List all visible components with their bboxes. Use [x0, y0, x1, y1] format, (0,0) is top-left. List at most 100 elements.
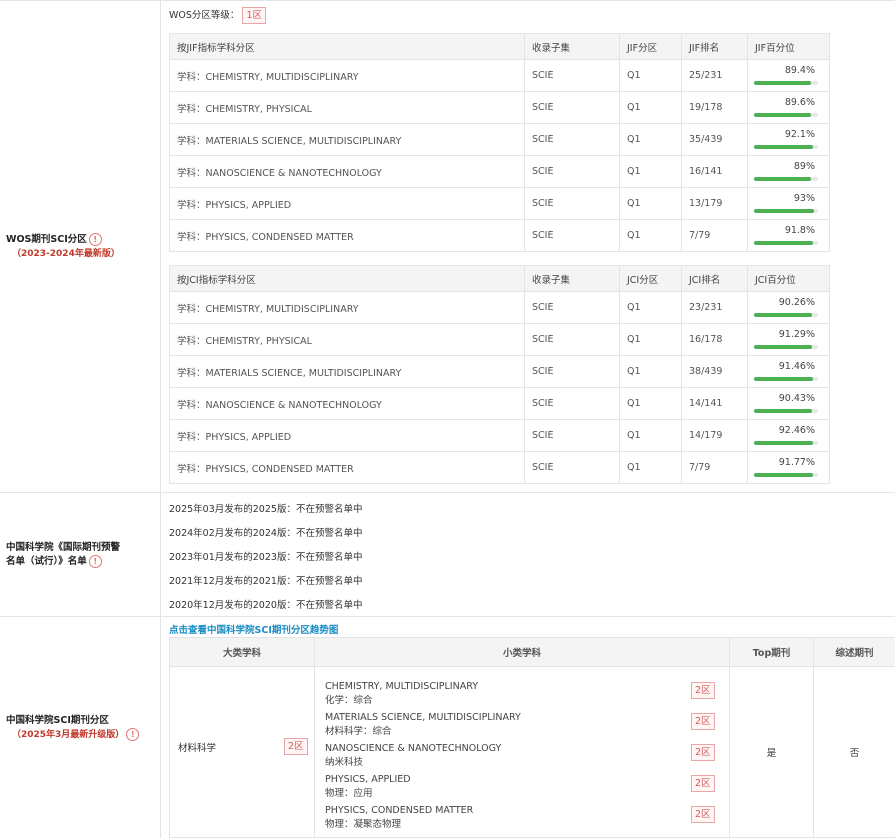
- percentile-bar-fill: [754, 377, 813, 381]
- cas-minor-item: PHYSICS, CONDENSED MATTER物理：凝聚态物理2区: [315, 799, 729, 830]
- wos-section: WOS期刊SCI分区! （2023-2024年最新版） WOS分区等级： 1区 …: [0, 0, 895, 493]
- cas-col-header: Top期刊: [730, 638, 814, 667]
- cas-minor-zone: 2区: [691, 806, 715, 823]
- wos-label: WOS期刊SCI分区: [6, 234, 87, 245]
- cas-version: （2025年3月最新升级版）: [12, 730, 124, 740]
- cas-minor-zh: 纳米科技: [325, 754, 363, 768]
- wos-label-cell: WOS期刊SCI分区! （2023-2024年最新版）: [0, 1, 161, 493]
- jci-cell-rank: 23/231: [682, 292, 748, 324]
- cas-minor-zone: 2区: [691, 713, 715, 730]
- cas-minor-en: NANOSCIENCE & NANOTECHNOLOGY: [325, 743, 501, 754]
- warning-line: 2025年03月发布的2025版：不在预警名单中: [169, 501, 362, 515]
- wos-level-row: WOS分区等级： 1区: [169, 7, 266, 24]
- percentile-bar: [754, 409, 818, 413]
- jif-percentile-cell: 89%: [748, 156, 830, 188]
- jci-cell-subject: 学科：CHEMISTRY, PHYSICAL: [170, 324, 525, 356]
- jci-cell-rank: 14/141: [682, 388, 748, 420]
- percentile-bar: [754, 241, 818, 245]
- jif-cell-q: Q1: [620, 124, 682, 156]
- info-icon[interactable]: !: [126, 728, 139, 741]
- jci-cell-subject: 学科：PHYSICS, APPLIED: [170, 420, 525, 452]
- cas-trend-link[interactable]: 点击查看中国科学院SCI期刊分区趋势图: [169, 622, 338, 636]
- jif-cell-q: Q1: [620, 220, 682, 252]
- percentile-bar-fill: [754, 441, 813, 445]
- jif-row: 学科：MATERIALS SCIENCE, MULTIDISCIPLINARYS…: [170, 124, 830, 156]
- percentile-bar: [754, 473, 818, 477]
- cas-label-cell: 中国科学院SCI期刊分区 （2025年3月最新升级版）!: [0, 617, 161, 838]
- jci-cell-q: Q1: [620, 420, 682, 452]
- percentile-bar-fill: [754, 209, 814, 213]
- jci-cell-q: Q1: [620, 388, 682, 420]
- info-icon[interactable]: !: [89, 555, 102, 568]
- jif-col-header: JIF百分位: [748, 34, 830, 60]
- jci-cell-set: SCIE: [525, 420, 620, 452]
- jif-cell-rank: 7/79: [682, 220, 748, 252]
- jci-percentile-value: 92.46%: [779, 425, 815, 436]
- jif-cell-rank: 35/439: [682, 124, 748, 156]
- jif-cell-subject: 学科：NANOSCIENCE & NANOTECHNOLOGY: [170, 156, 525, 188]
- jci-cell-subject: 学科：PHYSICS, CONDENSED MATTER: [170, 452, 525, 484]
- percentile-bar-fill: [754, 113, 811, 117]
- jci-percentile-cell: 91.46%: [748, 356, 830, 388]
- jif-cell-rank: 16/141: [682, 156, 748, 188]
- jci-cell-q: Q1: [620, 356, 682, 388]
- jif-cell-set: SCIE: [525, 220, 620, 252]
- jci-row: 学科：PHYSICS, CONDENSED MATTERSCIEQ17/7991…: [170, 452, 830, 484]
- cas-header-row: 大类学科 小类学科 Top期刊 综述期刊: [170, 638, 895, 667]
- jif-percentile-value: 89.4%: [785, 65, 815, 76]
- jif-cell-rank: 13/179: [682, 188, 748, 220]
- cas-review: 否: [814, 667, 895, 838]
- info-icon[interactable]: !: [89, 233, 102, 246]
- percentile-bar: [754, 345, 818, 349]
- jif-table: 按JIF指标学科分区收录子集JIF分区JIF排名JIF百分位 学科：CHEMIS…: [169, 33, 830, 252]
- percentile-bar-fill: [754, 473, 813, 477]
- jif-cell-rank: 25/231: [682, 60, 748, 92]
- cas-minor-item: PHYSICS, APPLIED物理：应用2区: [315, 768, 729, 799]
- jif-header-row: 按JIF指标学科分区收录子集JIF分区JIF排名JIF百分位: [170, 34, 830, 60]
- jif-row: 学科：PHYSICS, CONDENSED MATTERSCIEQ17/7991…: [170, 220, 830, 252]
- cas-major-zone: 2区: [284, 738, 308, 755]
- cas-minor-cell: CHEMISTRY, MULTIDISCIPLINARY化学：综合2区MATER…: [315, 667, 730, 838]
- jci-percentile-cell: 91.29%: [748, 324, 830, 356]
- jif-cell-subject: 学科：CHEMISTRY, PHYSICAL: [170, 92, 525, 124]
- jif-cell-q: Q1: [620, 92, 682, 124]
- warning-label-line1: 中国科学院《国际期刊预警: [6, 541, 160, 555]
- jci-cell-set: SCIE: [525, 452, 620, 484]
- cas-minor-zh: 化学：综合: [325, 692, 373, 706]
- jci-cell-set: SCIE: [525, 292, 620, 324]
- cas-major: 材料科学: [178, 740, 216, 754]
- jci-cell-subject: 学科：NANOSCIENCE & NANOTECHNOLOGY: [170, 388, 525, 420]
- jif-cell-rank: 19/178: [682, 92, 748, 124]
- jci-row: 学科：CHEMISTRY, MULTIDISCIPLINARYSCIEQ123/…: [170, 292, 830, 324]
- cas-minor-en: CHEMISTRY, MULTIDISCIPLINARY: [325, 681, 478, 692]
- cas-minor-item: CHEMISTRY, MULTIDISCIPLINARY化学：综合2区: [315, 675, 729, 706]
- jci-col-header: JCI分区: [620, 266, 682, 292]
- warning-line: 2024年02月发布的2024版：不在预警名单中: [169, 525, 362, 539]
- jif-percentile-cell: 91.8%: [748, 220, 830, 252]
- cas-table: 大类学科 小类学科 Top期刊 综述期刊 材料科学 2区 CHEMISTRY, …: [169, 637, 895, 838]
- jci-percentile-value: 90.43%: [779, 393, 815, 404]
- jci-percentile-value: 91.77%: [779, 457, 815, 468]
- jci-percentile-cell: 90.43%: [748, 388, 830, 420]
- jci-row: 学科：PHYSICS, APPLIEDSCIEQ114/17992.46%: [170, 420, 830, 452]
- jci-percentile-cell: 92.46%: [748, 420, 830, 452]
- jci-cell-q: Q1: [620, 452, 682, 484]
- wos-level-label: WOS分区等级：: [169, 10, 239, 21]
- percentile-bar: [754, 81, 818, 85]
- cas-major-cell: 材料科学 2区: [170, 667, 315, 838]
- jci-percentile-cell: 90.26%: [748, 292, 830, 324]
- jif-col-header: 按JIF指标学科分区: [170, 34, 525, 60]
- jci-cell-set: SCIE: [525, 324, 620, 356]
- jci-cell-subject: 学科：CHEMISTRY, MULTIDISCIPLINARY: [170, 292, 525, 324]
- jif-cell-set: SCIE: [525, 156, 620, 188]
- jif-cell-set: SCIE: [525, 60, 620, 92]
- jif-cell-set: SCIE: [525, 188, 620, 220]
- cas-minor-en: MATERIALS SCIENCE, MULTIDISCIPLINARY: [325, 712, 521, 723]
- cas-minor-zh: 材料科学：综合: [325, 723, 392, 737]
- jci-cell-set: SCIE: [525, 388, 620, 420]
- percentile-bar: [754, 313, 818, 317]
- warning-line: 2023年01月发布的2023版：不在预警名单中: [169, 549, 362, 563]
- wos-level-badge: 1区: [242, 7, 266, 24]
- jci-cell-rank: 16/178: [682, 324, 748, 356]
- jci-col-header: 按JCI指标学科分区: [170, 266, 525, 292]
